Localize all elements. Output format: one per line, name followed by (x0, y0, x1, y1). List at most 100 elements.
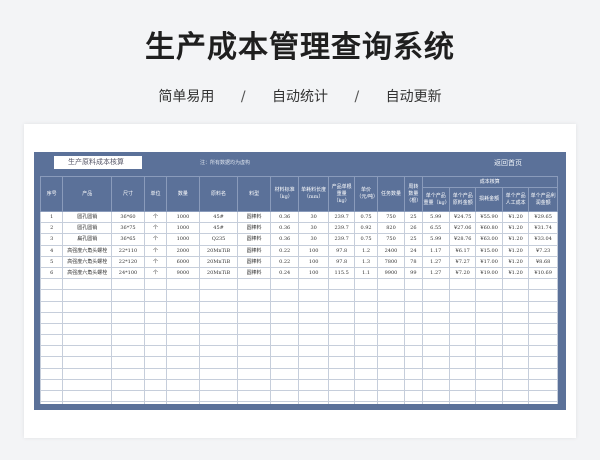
table-cell[interactable]: 97.8 (327, 244, 356, 257)
table-cell[interactable]: 22*120 (111, 255, 145, 268)
table-cell[interactable]: 99 (404, 266, 423, 280)
empty-cell[interactable] (111, 389, 145, 403)
empty-cell[interactable] (269, 378, 300, 392)
table-cell[interactable]: ¥29.65 (528, 210, 558, 224)
return-home-button[interactable]: 返回首页 (494, 158, 522, 168)
empty-cell[interactable] (237, 289, 271, 302)
empty-cell[interactable] (269, 345, 300, 358)
empty-cell[interactable] (298, 389, 329, 403)
empty-cell[interactable] (475, 289, 503, 302)
empty-cell[interactable] (404, 367, 423, 380)
empty-cell[interactable] (376, 311, 406, 324)
empty-cell[interactable] (404, 401, 423, 404)
empty-cell[interactable] (40, 367, 64, 380)
table-cell[interactable]: 1000 (166, 222, 200, 235)
empty-cell[interactable] (448, 322, 477, 336)
empty-cell[interactable] (269, 322, 300, 336)
empty-cell[interactable] (327, 367, 356, 380)
empty-cell[interactable] (298, 334, 329, 347)
empty-cell[interactable] (198, 289, 239, 302)
table-cell[interactable]: 个 (143, 255, 168, 268)
table-cell[interactable]: 0.92 (354, 222, 378, 235)
empty-cell[interactable] (354, 389, 378, 403)
empty-cell[interactable] (376, 334, 406, 347)
empty-cell[interactable] (40, 378, 64, 392)
empty-cell[interactable] (269, 278, 300, 291)
empty-cell[interactable] (376, 289, 406, 302)
empty-cell[interactable] (40, 322, 64, 336)
empty-cell[interactable] (528, 300, 558, 313)
empty-cell[interactable] (404, 278, 423, 291)
empty-cell[interactable] (166, 367, 200, 380)
empty-cell[interactable] (143, 356, 168, 369)
table-cell[interactable]: 115.5 (327, 266, 356, 280)
empty-cell[interactable] (166, 289, 200, 302)
table-cell[interactable]: 1000 (166, 210, 200, 224)
table-cell[interactable]: 239.7 (327, 210, 356, 224)
empty-cell[interactable] (327, 378, 356, 392)
empty-cell[interactable] (475, 334, 503, 347)
table-cell[interactable]: ¥1.20 (501, 266, 530, 280)
table-cell[interactable]: 1 (40, 210, 64, 224)
empty-cell[interactable] (404, 356, 423, 369)
empty-cell[interactable] (143, 401, 168, 404)
empty-cell[interactable] (354, 334, 378, 347)
empty-cell[interactable] (448, 278, 477, 291)
table-cell[interactable]: ¥7.23 (528, 244, 558, 257)
table-cell[interactable]: 45# (198, 222, 239, 235)
table-cell[interactable]: 0.22 (269, 255, 300, 268)
table-cell[interactable]: 7800 (376, 255, 406, 268)
table-cell[interactable]: 圆棒料 (237, 255, 271, 268)
empty-cell[interactable] (327, 401, 356, 404)
empty-cell[interactable] (421, 322, 450, 336)
table-cell[interactable]: ¥1.20 (501, 210, 530, 224)
empty-cell[interactable] (40, 289, 64, 302)
empty-cell[interactable] (62, 356, 113, 369)
empty-cell[interactable] (111, 278, 145, 291)
table-cell[interactable]: ¥7.20 (448, 266, 477, 280)
table-cell[interactable]: 高强度六角头螺栓 (62, 244, 113, 257)
empty-cell[interactable] (376, 345, 406, 358)
table-cell[interactable]: 5.99 (421, 210, 450, 224)
table-cell[interactable]: ¥1.20 (501, 222, 530, 235)
empty-cell[interactable] (198, 300, 239, 313)
empty-cell[interactable] (448, 334, 477, 347)
empty-cell[interactable] (298, 356, 329, 369)
table-cell[interactable]: 750 (376, 233, 406, 246)
table-cell[interactable]: 100 (298, 266, 329, 280)
empty-cell[interactable] (448, 345, 477, 358)
empty-cell[interactable] (501, 311, 530, 324)
table-cell[interactable]: 239.7 (327, 233, 356, 246)
empty-cell[interactable] (327, 278, 356, 291)
table-cell[interactable]: 20MnTiB (198, 255, 239, 268)
empty-cell[interactable] (501, 356, 530, 369)
empty-cell[interactable] (501, 345, 530, 358)
empty-cell[interactable] (166, 356, 200, 369)
empty-cell[interactable] (354, 289, 378, 302)
empty-cell[interactable] (376, 278, 406, 291)
table-cell[interactable]: 25 (404, 233, 423, 246)
empty-cell[interactable] (40, 345, 64, 358)
table-cell[interactable]: 820 (376, 222, 406, 235)
empty-cell[interactable] (528, 367, 558, 380)
empty-cell[interactable] (62, 278, 113, 291)
empty-cell[interactable] (298, 401, 329, 404)
empty-cell[interactable] (448, 401, 477, 404)
empty-cell[interactable] (237, 345, 271, 358)
table-cell[interactable]: ¥17.00 (475, 255, 503, 268)
empty-cell[interactable] (111, 401, 145, 404)
empty-cell[interactable] (143, 378, 168, 392)
table-cell[interactable]: 高强度六角头螺栓 (62, 266, 113, 280)
table-cell[interactable]: 3 (40, 233, 64, 246)
empty-cell[interactable] (166, 322, 200, 336)
empty-cell[interactable] (143, 300, 168, 313)
table-cell[interactable]: 6 (40, 266, 64, 280)
empty-cell[interactable] (111, 367, 145, 380)
empty-cell[interactable] (448, 367, 477, 380)
empty-cell[interactable] (166, 278, 200, 291)
empty-cell[interactable] (404, 322, 423, 336)
empty-cell[interactable] (376, 378, 406, 392)
table-cell[interactable]: Q235 (198, 233, 239, 246)
empty-cell[interactable] (528, 401, 558, 404)
table-cell[interactable]: 36*60 (111, 210, 145, 224)
